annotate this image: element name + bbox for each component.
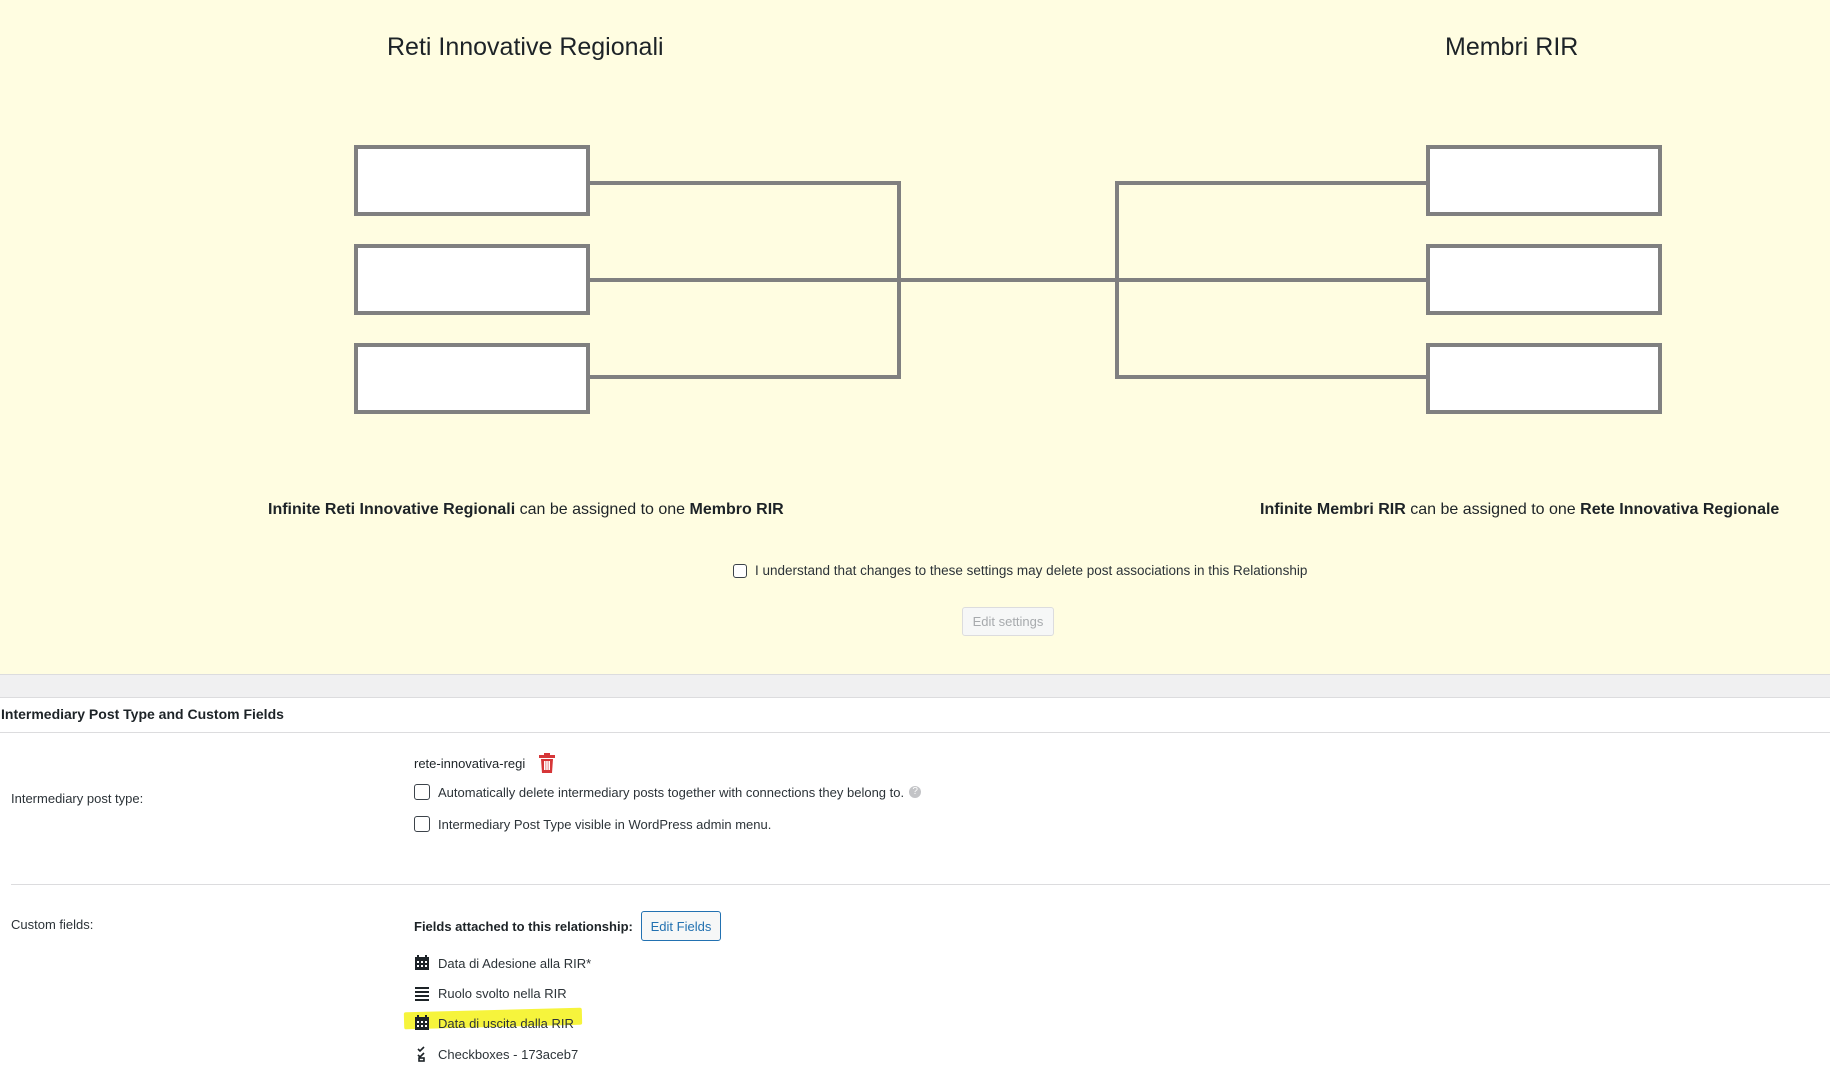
intermediary-post-type-label: Intermediary post type: bbox=[11, 791, 144, 806]
lines-icon bbox=[414, 985, 430, 1001]
row-divider bbox=[11, 884, 1830, 885]
field-label: Data di uscita dalla RIR bbox=[438, 1015, 574, 1031]
calendar-icon bbox=[414, 1015, 430, 1031]
understand-checkbox-row[interactable]: I understand that changes to these setti… bbox=[733, 563, 1307, 578]
help-icon[interactable]: ? bbox=[909, 786, 922, 798]
left-cardinality-caption: Infinite Reti Innovative Regionali can b… bbox=[268, 501, 784, 518]
understand-label: I understand that changes to these setti… bbox=[755, 563, 1308, 578]
calendar-icon bbox=[414, 955, 430, 971]
section-divider bbox=[0, 674, 1830, 698]
admin-menu-visible-label: Intermediary Post Type visible in WordPr… bbox=[438, 816, 772, 832]
right-cardinality-caption: Infinite Membri RIR can be assigned to o… bbox=[1260, 501, 1780, 518]
left-box-1 bbox=[354, 145, 590, 216]
edit-settings-button[interactable]: Edit settings bbox=[962, 607, 1054, 636]
section-title-divider bbox=[0, 732, 1830, 733]
field-label: Ruolo svolto nella RIR bbox=[438, 985, 567, 1001]
post-type-slug: rete-innovativa-regi bbox=[414, 755, 526, 771]
connector-lines bbox=[588, 181, 1428, 379]
auto-delete-option[interactable]: Automatically delete intermediary posts … bbox=[414, 784, 922, 800]
edit-fields-button[interactable]: Edit Fields bbox=[641, 911, 721, 941]
field-label: Checkboxes - 173aceb7 bbox=[438, 1046, 579, 1062]
intermediary-post-type-value: rete-innovativa-regi bbox=[414, 753, 556, 773]
trash-icon[interactable] bbox=[539, 753, 556, 773]
auto-delete-label: Automatically delete intermediary posts … bbox=[438, 784, 905, 800]
right-box-2 bbox=[1426, 244, 1662, 315]
right-box-3 bbox=[1426, 343, 1662, 414]
understand-checkbox[interactable] bbox=[733, 563, 747, 578]
admin-menu-visible-option[interactable]: Intermediary Post Type visible in WordPr… bbox=[414, 816, 771, 832]
right-box-1 bbox=[1426, 145, 1662, 216]
field-item: Checkboxes - 173aceb7 bbox=[414, 1046, 578, 1062]
field-item: Ruolo svolto nella RIR bbox=[414, 985, 567, 1001]
left-box-3 bbox=[354, 343, 590, 414]
field-label: Data di Adesione alla RIR* bbox=[438, 955, 592, 971]
field-item: Data di Adesione alla RIR* bbox=[414, 955, 591, 971]
fields-attached-label: Fields attached to this relationship: bbox=[414, 919, 633, 934]
admin-menu-visible-checkbox[interactable] bbox=[414, 816, 430, 832]
checkboxes-icon bbox=[414, 1046, 430, 1062]
section-title: Intermediary Post Type and Custom Fields bbox=[1, 706, 284, 722]
left-box-2 bbox=[354, 244, 590, 315]
custom-fields-label: Custom fields: bbox=[11, 917, 94, 932]
auto-delete-checkbox[interactable] bbox=[414, 784, 430, 800]
field-item: Data di uscita dalla RIR bbox=[414, 1015, 574, 1031]
